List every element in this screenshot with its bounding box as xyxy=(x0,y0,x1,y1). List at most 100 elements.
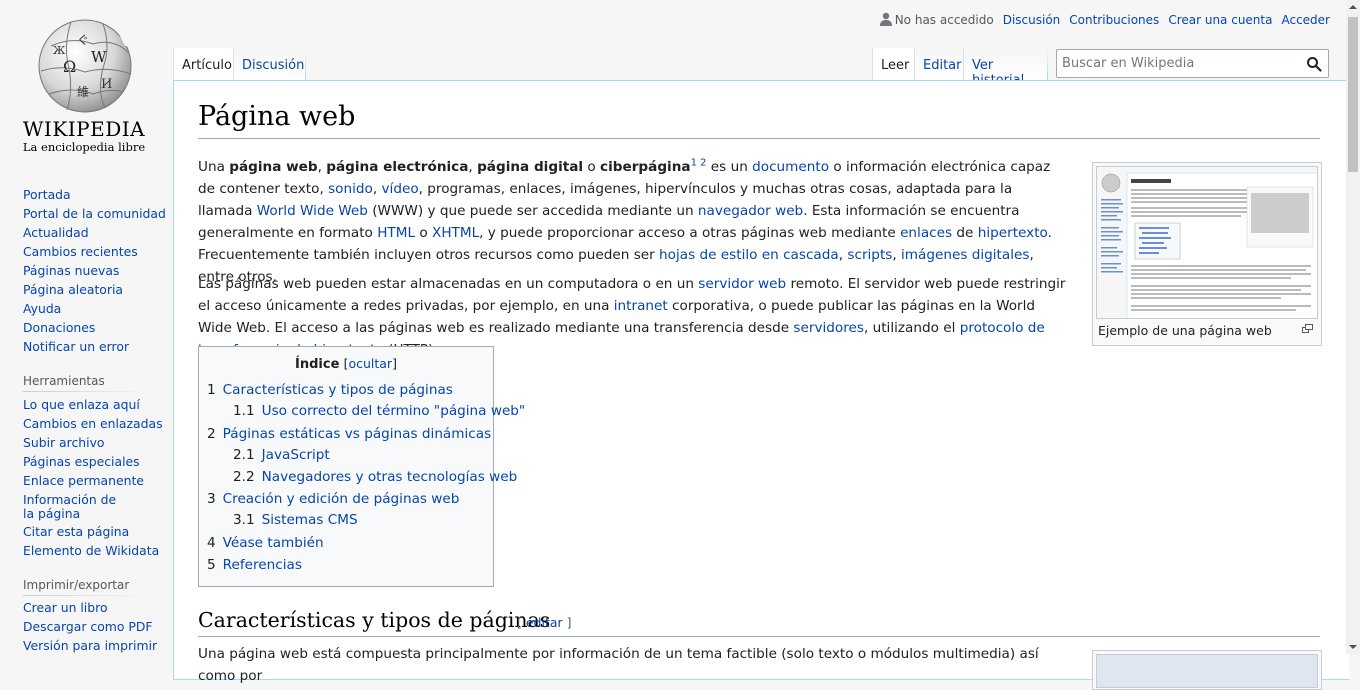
wikipedia-logo[interactable]: Ω W ぐ И Ж 維 WIKIPEDIA La enciclopedia li… xyxy=(0,0,160,160)
user-icon xyxy=(879,12,892,26)
title-underline xyxy=(198,138,1320,139)
scrollbar-thumb[interactable] xyxy=(1348,17,1358,172)
sidebar-item-create-book[interactable]: Crear un libro xyxy=(23,601,153,615)
sidebar-item-random-page[interactable]: Página aleatoria xyxy=(23,283,153,297)
page-title: Página web xyxy=(198,101,356,132)
wordmark: WIKIPEDIA xyxy=(22,117,146,141)
svg-text:W: W xyxy=(91,48,107,66)
enlarge-icon[interactable] xyxy=(1302,324,1313,333)
toc-item-2-2[interactable]: 2.2 Navegadores y otras tecnologías web xyxy=(233,469,517,485)
wikipedia-globe-icon: Ω W ぐ И Ж 維 xyxy=(38,19,133,113)
sidebar-item-related-changes[interactable]: Cambios en enlazadas xyxy=(23,417,163,431)
link-servidores[interactable]: servidores xyxy=(793,320,864,336)
sidebar-item-permanent-link[interactable]: Enlace permanente xyxy=(23,474,153,488)
toc-item-2-1[interactable]: 2.1 JavaScript xyxy=(233,447,330,463)
search-box xyxy=(1056,49,1329,78)
tab-read[interactable]: Leer xyxy=(872,48,914,81)
personal-tools: No has accedido Discusión Contribuciones… xyxy=(879,12,1330,27)
toc-item-1-1[interactable]: 1.1 Uso correcto del término "página web" xyxy=(233,403,525,419)
link-sonido[interactable]: sonido xyxy=(328,181,373,197)
reference-link[interactable]: 1 2 xyxy=(691,157,707,168)
sidebar-item-upload-file[interactable]: Subir archivo xyxy=(23,436,153,450)
sidebar-item-community-portal[interactable]: Portal de la comunidad xyxy=(23,207,166,221)
toc-toggle-bracket: ] xyxy=(392,356,397,371)
svg-text:Ж: Ж xyxy=(53,44,66,57)
section-edit: [ editar ] xyxy=(517,615,572,630)
tab-edit[interactable]: Editar xyxy=(914,48,963,81)
sidebar-item-help[interactable]: Ayuda xyxy=(23,302,153,316)
link-html[interactable]: HTML xyxy=(377,225,415,241)
tagline: La enciclopedia libre xyxy=(22,140,146,154)
sidebar-item-main-page[interactable]: Portada xyxy=(23,188,153,202)
toc-item-5[interactable]: 5 Referencias xyxy=(207,557,302,573)
sidebar-heading-tools: Herramientas xyxy=(23,374,105,388)
section-edit-link[interactable]: editar xyxy=(526,615,563,630)
sidebar-item-current-events[interactable]: Actualidad xyxy=(23,226,153,240)
toc-hide-toggle[interactable]: ocultar xyxy=(348,356,392,371)
link-hojas-de-estilo[interactable]: hojas de estilo en cascada xyxy=(659,247,839,263)
sidebar-item-report-error[interactable]: Notificar un error xyxy=(23,340,153,354)
tab-divider xyxy=(1047,48,1048,81)
section-heading: Características y tipos de páginas xyxy=(198,608,551,632)
thumbnail-image[interactable] xyxy=(1096,166,1318,319)
tab-divider xyxy=(305,48,306,81)
link-enlaces[interactable]: enlaces xyxy=(900,225,952,241)
tab-history[interactable]: Ver historial xyxy=(963,48,1047,88)
search-icon[interactable] xyxy=(1306,56,1322,72)
svg-text:И: И xyxy=(101,77,112,92)
scroll-down-arrow-icon[interactable] xyxy=(1349,645,1357,649)
sidebar-separator xyxy=(23,595,151,596)
search-input[interactable] xyxy=(1057,50,1297,77)
not-logged-in: No has accedido xyxy=(879,12,994,27)
sidebar-separator xyxy=(23,391,151,392)
thumbnail: Ejemplo de una página web xyxy=(1092,162,1322,346)
sidebar-item-what-links-here[interactable]: Lo que enlaza aquí xyxy=(23,398,153,412)
sidebar-item-cite-page[interactable]: Citar esta página xyxy=(23,525,153,539)
second-thumbnail-image xyxy=(1096,654,1318,688)
link-video[interactable]: vídeo xyxy=(382,181,419,197)
sidebar-item-special-pages[interactable]: Páginas especiales xyxy=(23,455,153,469)
contributions-link[interactable]: Contribuciones xyxy=(1069,13,1159,27)
tab-talk[interactable]: Discusión xyxy=(233,48,305,81)
sidebar-item-recent-changes[interactable]: Cambios recientes xyxy=(23,245,153,259)
scrollbar[interactable] xyxy=(1346,0,1360,654)
second-thumbnail[interactable] xyxy=(1092,650,1322,690)
toc-item-3-1[interactable]: 3.1 Sistemas CMS xyxy=(233,512,358,528)
sidebar-item-download-pdf[interactable]: Descargar como PDF xyxy=(23,620,153,634)
link-servidor-web[interactable]: servidor web xyxy=(698,276,786,292)
webpage-screenshot-image xyxy=(1097,167,1317,318)
toc-item-1[interactable]: 1 Características y tipos de páginas xyxy=(207,382,453,398)
sidebar-item-printable-version[interactable]: Versión para imprimir xyxy=(23,639,157,653)
toc-item-3[interactable]: 3 Creación y edición de páginas web xyxy=(207,491,459,507)
svg-text:ぐ: ぐ xyxy=(77,33,89,47)
intro-paragraph: Una página web, página electrónica, pági… xyxy=(198,157,1052,285)
link-world-wide-web[interactable]: World Wide Web xyxy=(257,203,368,219)
link-imagenes-digitales[interactable]: imágenes digitales xyxy=(901,247,1029,263)
toc-item-2[interactable]: 2 Páginas estáticas vs páginas dinámicas xyxy=(207,426,491,442)
link-intranet[interactable]: intranet xyxy=(614,298,668,314)
link-hipertexto[interactable]: hipertexto xyxy=(978,225,1048,241)
toc-header: Índice [ocultar] xyxy=(199,356,493,372)
svg-text:Ω: Ω xyxy=(63,57,76,76)
sidebar-item-new-pages[interactable]: Páginas nuevas xyxy=(23,264,153,278)
table-of-contents: Índice [ocultar] 1 Características y tipo… xyxy=(198,346,525,587)
tab-article[interactable]: Artículo xyxy=(173,48,234,81)
toc-title: Índice xyxy=(295,357,340,372)
svg-text:維: 維 xyxy=(77,85,89,99)
sidebar-heading-print: Imprimir/exportar xyxy=(23,578,130,592)
sidebar-item-donations[interactable]: Donaciones xyxy=(23,321,153,335)
section-paragraph: Una página web está compuesta principalm… xyxy=(198,646,1039,684)
talk-link[interactable]: Discusión xyxy=(1003,13,1061,27)
login-link[interactable]: Acceder xyxy=(1281,13,1330,27)
scroll-up-arrow-icon[interactable] xyxy=(1349,5,1357,9)
link-documento[interactable]: documento xyxy=(752,159,829,175)
thumbnail-caption: Ejemplo de una página web xyxy=(1098,323,1272,338)
sidebar-item-wikidata-item[interactable]: Elemento de Wikidata xyxy=(23,544,159,558)
section-underline xyxy=(198,636,1320,637)
link-navegador-web[interactable]: navegador web xyxy=(698,203,803,219)
create-account-link[interactable]: Crear una cuenta xyxy=(1168,13,1272,27)
link-scripts[interactable]: scripts xyxy=(847,247,892,263)
toc-item-4[interactable]: 4 Véase también xyxy=(207,535,324,551)
link-xhtml[interactable]: XHTML xyxy=(432,225,479,241)
sidebar-item-page-information[interactable]: Información de la página xyxy=(23,493,131,521)
